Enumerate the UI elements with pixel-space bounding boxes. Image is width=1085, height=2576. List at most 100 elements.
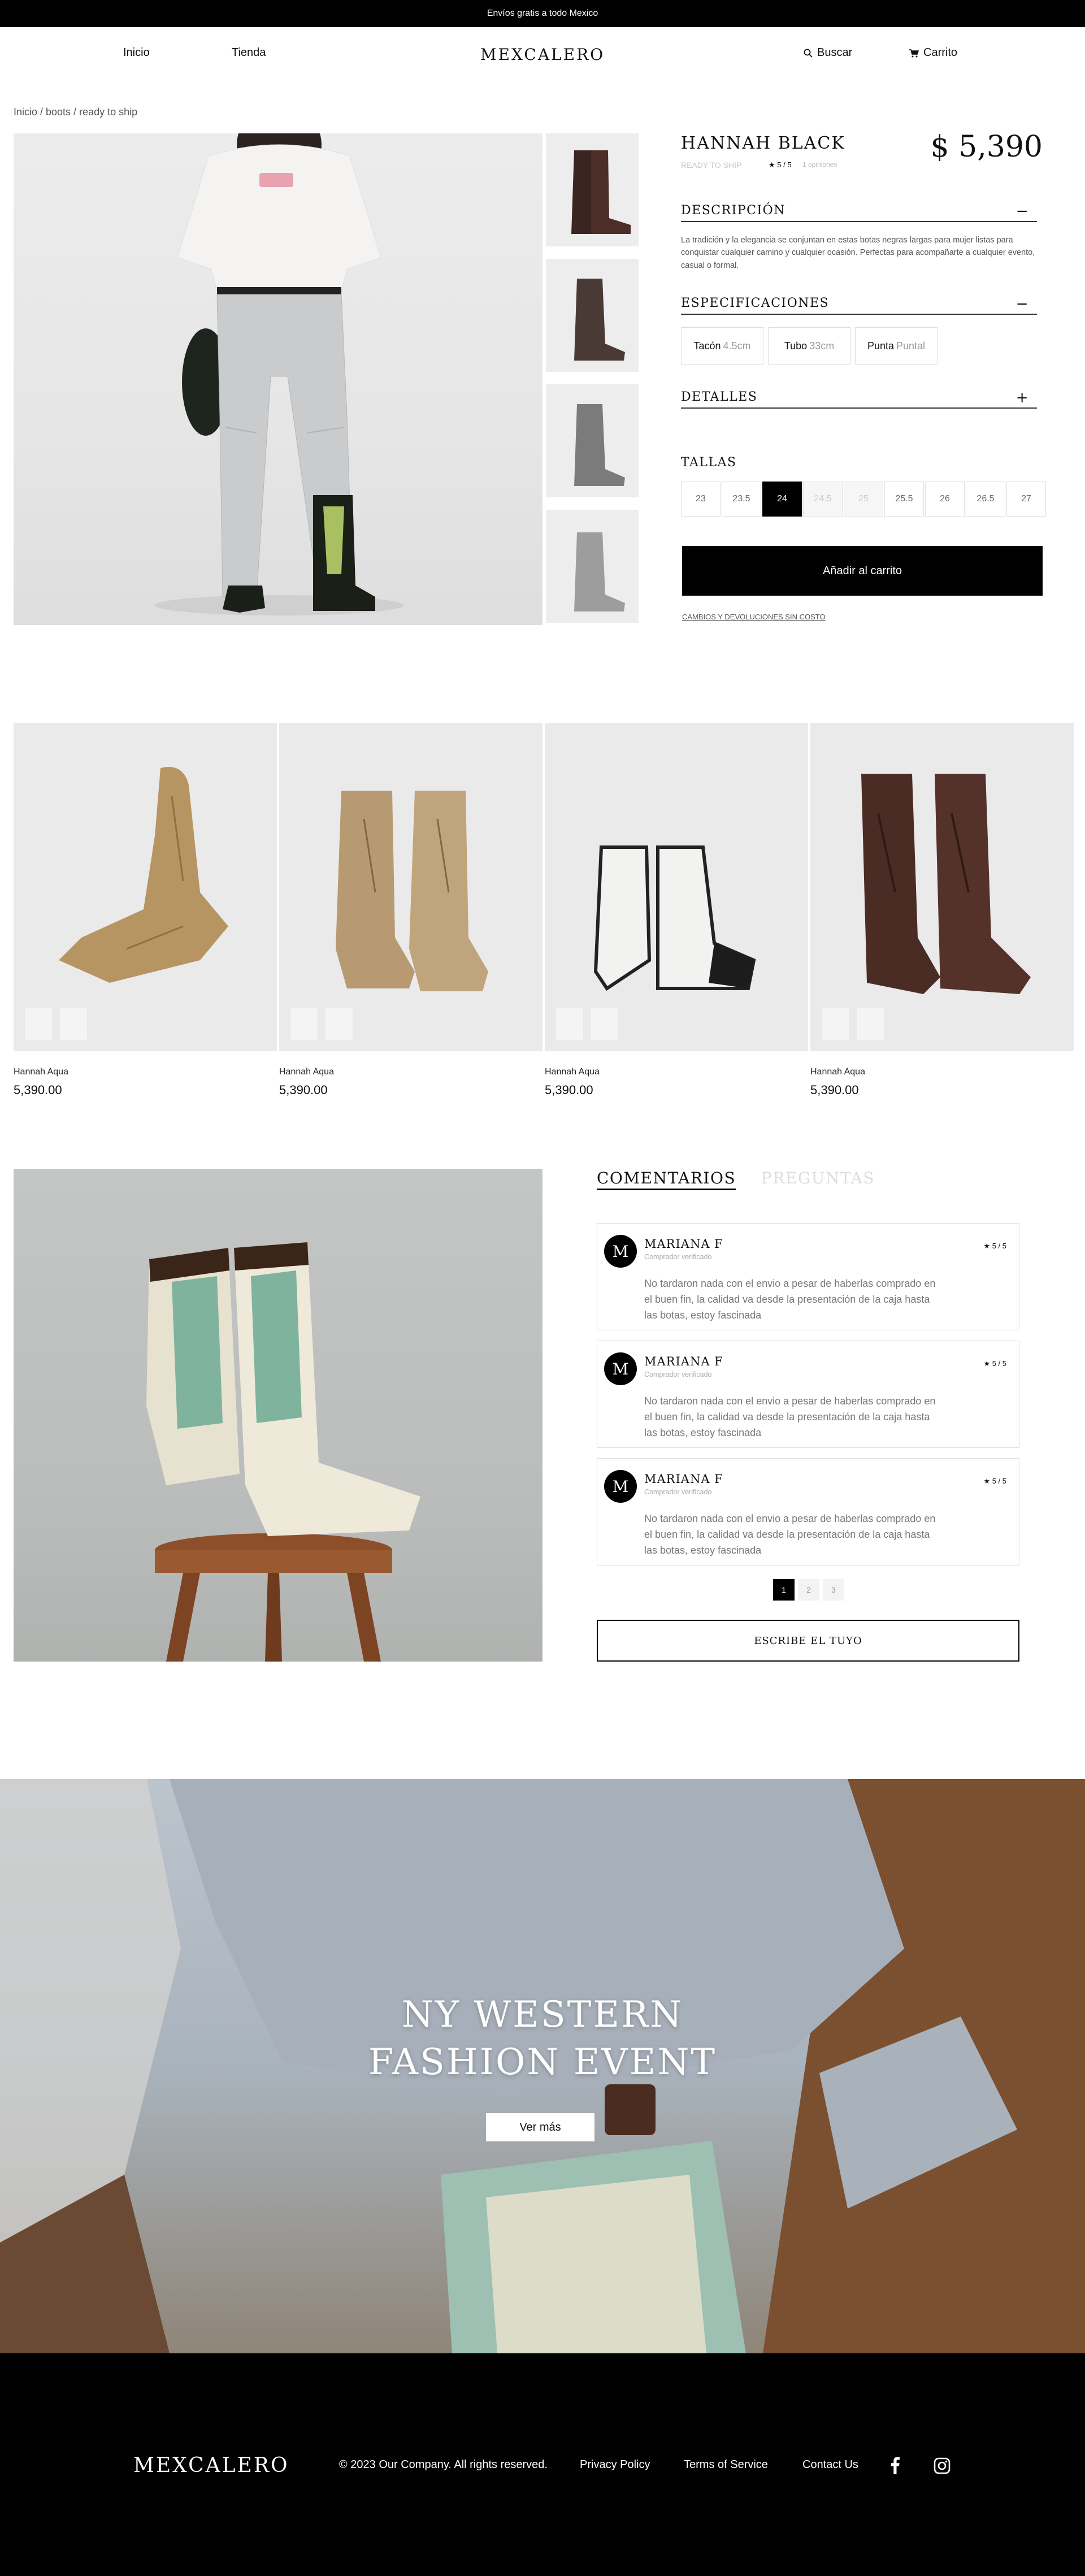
cart-icon	[909, 49, 919, 57]
product-card-name[interactable]: Hannah Aqua	[810, 1067, 1074, 1077]
spec-toe: Punta Puntal	[855, 327, 938, 365]
product-card-name[interactable]: Hannah Aqua	[279, 1067, 542, 1077]
color-swatch[interactable]	[822, 1008, 849, 1040]
verified-badge: Comprador verificado	[644, 1371, 712, 1378]
size-option[interactable]: 23.5	[722, 482, 761, 517]
product-thumbnail[interactable]	[546, 259, 639, 372]
spec-shaft: Tubo 33cm	[768, 327, 850, 365]
specs-header[interactable]: ESPECIFICACIONES −	[681, 296, 1037, 315]
product-card-price: 5,390.00	[545, 1083, 593, 1097]
details-header[interactable]: DETALLES +	[681, 390, 1037, 409]
verified-badge: Comprador verificado	[644, 1488, 712, 1496]
avatar: M	[604, 1470, 637, 1503]
page-button-current[interactable]: 1	[773, 1579, 795, 1601]
specs-title: ESPECIFICACIONES	[681, 296, 830, 310]
reviewer-name: MARIANA F	[644, 1472, 723, 1486]
event-hero: NY WESTERN FASHION EVENT Ver más	[0, 1779, 1085, 2353]
cart-button[interactable]: Carrito	[909, 46, 957, 59]
avatar: M	[604, 1235, 637, 1268]
page-button[interactable]: 3	[823, 1579, 844, 1601]
terms-of-service-link[interactable]: Terms of Service	[684, 2458, 768, 2471]
product-card-price: 5,390.00	[279, 1083, 328, 1097]
color-swatch[interactable]	[290, 1008, 318, 1040]
privacy-policy-link[interactable]: Privacy Policy	[580, 2458, 650, 2471]
product-card-name[interactable]: Hannah Aqua	[14, 1067, 277, 1077]
product-thumbnail[interactable]	[546, 510, 639, 623]
tab-questions[interactable]: PREGUNTAS	[761, 1169, 875, 1187]
boot-thumb-image	[574, 279, 625, 361]
spec-value: 33cm	[809, 340, 835, 352]
product-card-image[interactable]	[545, 723, 808, 1051]
product-card[interactable]: Hannah Aqua 5,390.00	[810, 723, 1074, 1098]
color-swatch[interactable]	[591, 1008, 618, 1040]
boot-thumb-image	[574, 532, 625, 612]
reviewer-name: MARIANA F	[644, 1355, 723, 1368]
description-header[interactable]: DESCRIPCIÓN −	[681, 203, 1037, 222]
collapse-icon[interactable]: −	[1016, 297, 1029, 311]
spec-label: Tubo	[784, 340, 808, 352]
site-footer: MEXCALERO © 2023 Our Company. All rights…	[0, 2353, 1085, 2576]
product-thumbnail[interactable]	[546, 133, 639, 246]
product-card-price: 5,390.00	[810, 1083, 859, 1097]
product-card-image[interactable]	[810, 723, 1074, 1051]
size-option-unavailable: 25	[844, 482, 883, 517]
product-rating: ★ 5 / 5	[769, 161, 792, 169]
review-stars: ★ 5 / 5	[983, 1477, 1006, 1485]
color-swatch[interactable]	[857, 1008, 884, 1040]
boot-image	[861, 774, 1031, 994]
color-swatch[interactable]	[25, 1008, 52, 1040]
size-option-unavailable: 24.5	[803, 482, 843, 517]
search-button[interactable]: Buscar	[804, 46, 852, 59]
product-card-name[interactable]: Hannah Aqua	[545, 1067, 808, 1077]
promo-bar: Envíos gratis a todo Mexico	[0, 0, 1085, 27]
product-card-price: 5,390.00	[14, 1083, 62, 1097]
product-card[interactable]: Hannah Aqua 5,390.00	[14, 723, 277, 1098]
instagram-icon[interactable]	[934, 2457, 951, 2474]
size-option[interactable]: 26	[925, 482, 965, 517]
size-option-selected[interactable]: 24	[762, 482, 802, 517]
size-option[interactable]: 23	[681, 482, 721, 517]
review-text: No tardaron nada con el envio a pesar de…	[644, 1513, 936, 1556]
add-to-cart-button[interactable]: Añadir al carrito	[682, 546, 1043, 596]
product-card[interactable]: Hannah Aqua 5,390.00	[545, 723, 808, 1098]
color-swatch[interactable]	[60, 1008, 87, 1040]
reviews-feature-image	[14, 1169, 542, 1662]
see-more-button[interactable]: Ver más	[486, 2113, 594, 2141]
size-option[interactable]: 26.5	[966, 482, 1005, 517]
review-count[interactable]: 1 opiniones	[802, 161, 837, 168]
product-card-image[interactable]	[279, 723, 542, 1051]
promo-text: Envíos gratis a todo Mexico	[487, 8, 598, 18]
avatar: M	[604, 1352, 637, 1385]
spec-value: 4.5cm	[723, 340, 751, 352]
hero-title: NY WESTERN FASHION EVENT	[0, 1991, 1085, 2086]
size-option[interactable]: 27	[1006, 482, 1046, 517]
returns-link[interactable]: CAMBIOS Y DEVOLUCIONES SIN COSTO	[682, 613, 826, 621]
review-text: No tardaron nada con el envio a pesar de…	[644, 1395, 936, 1438]
collapse-icon[interactable]: −	[1016, 204, 1029, 219]
contact-us-link[interactable]: Contact Us	[802, 2458, 858, 2471]
product-card-image[interactable]	[14, 723, 277, 1051]
cart-label: Carrito	[923, 46, 958, 59]
page-button[interactable]: 2	[798, 1579, 819, 1601]
tab-comments[interactable]: COMENTARIOS	[597, 1169, 736, 1190]
color-swatch[interactable]	[326, 1008, 353, 1040]
size-option[interactable]: 25.5	[884, 482, 924, 517]
product-card[interactable]: Hannah Aqua 5,390.00	[279, 723, 542, 1098]
footer-logo[interactable]: MEXCALERO	[133, 2454, 289, 2477]
boot-thumb-image	[571, 150, 631, 234]
facebook-icon[interactable]	[891, 2456, 900, 2474]
product-name: HANNAH BLACK	[681, 133, 845, 153]
spec-value: Puntal	[896, 340, 926, 352]
expand-icon[interactable]: +	[1016, 391, 1029, 405]
color-swatch[interactable]	[556, 1008, 583, 1040]
boot-thumb-image	[574, 404, 625, 486]
product-main-image[interactable]	[14, 133, 542, 625]
review-card: M MARIANA F Comprador verificado ★ 5 / 5…	[597, 1223, 1019, 1330]
boot-image	[336, 791, 488, 991]
product-price: $ 5,390	[930, 130, 1043, 164]
breadcrumb[interactable]: Inicio / boots / ready to ship	[14, 106, 137, 118]
product-thumbnail[interactable]	[546, 384, 639, 497]
write-review-button[interactable]: ESCRIBE EL TUYO	[597, 1620, 1019, 1662]
review-text: No tardaron nada con el envio a pesar de…	[644, 1278, 936, 1321]
hero-title-line: NY WESTERN	[401, 1994, 684, 2036]
